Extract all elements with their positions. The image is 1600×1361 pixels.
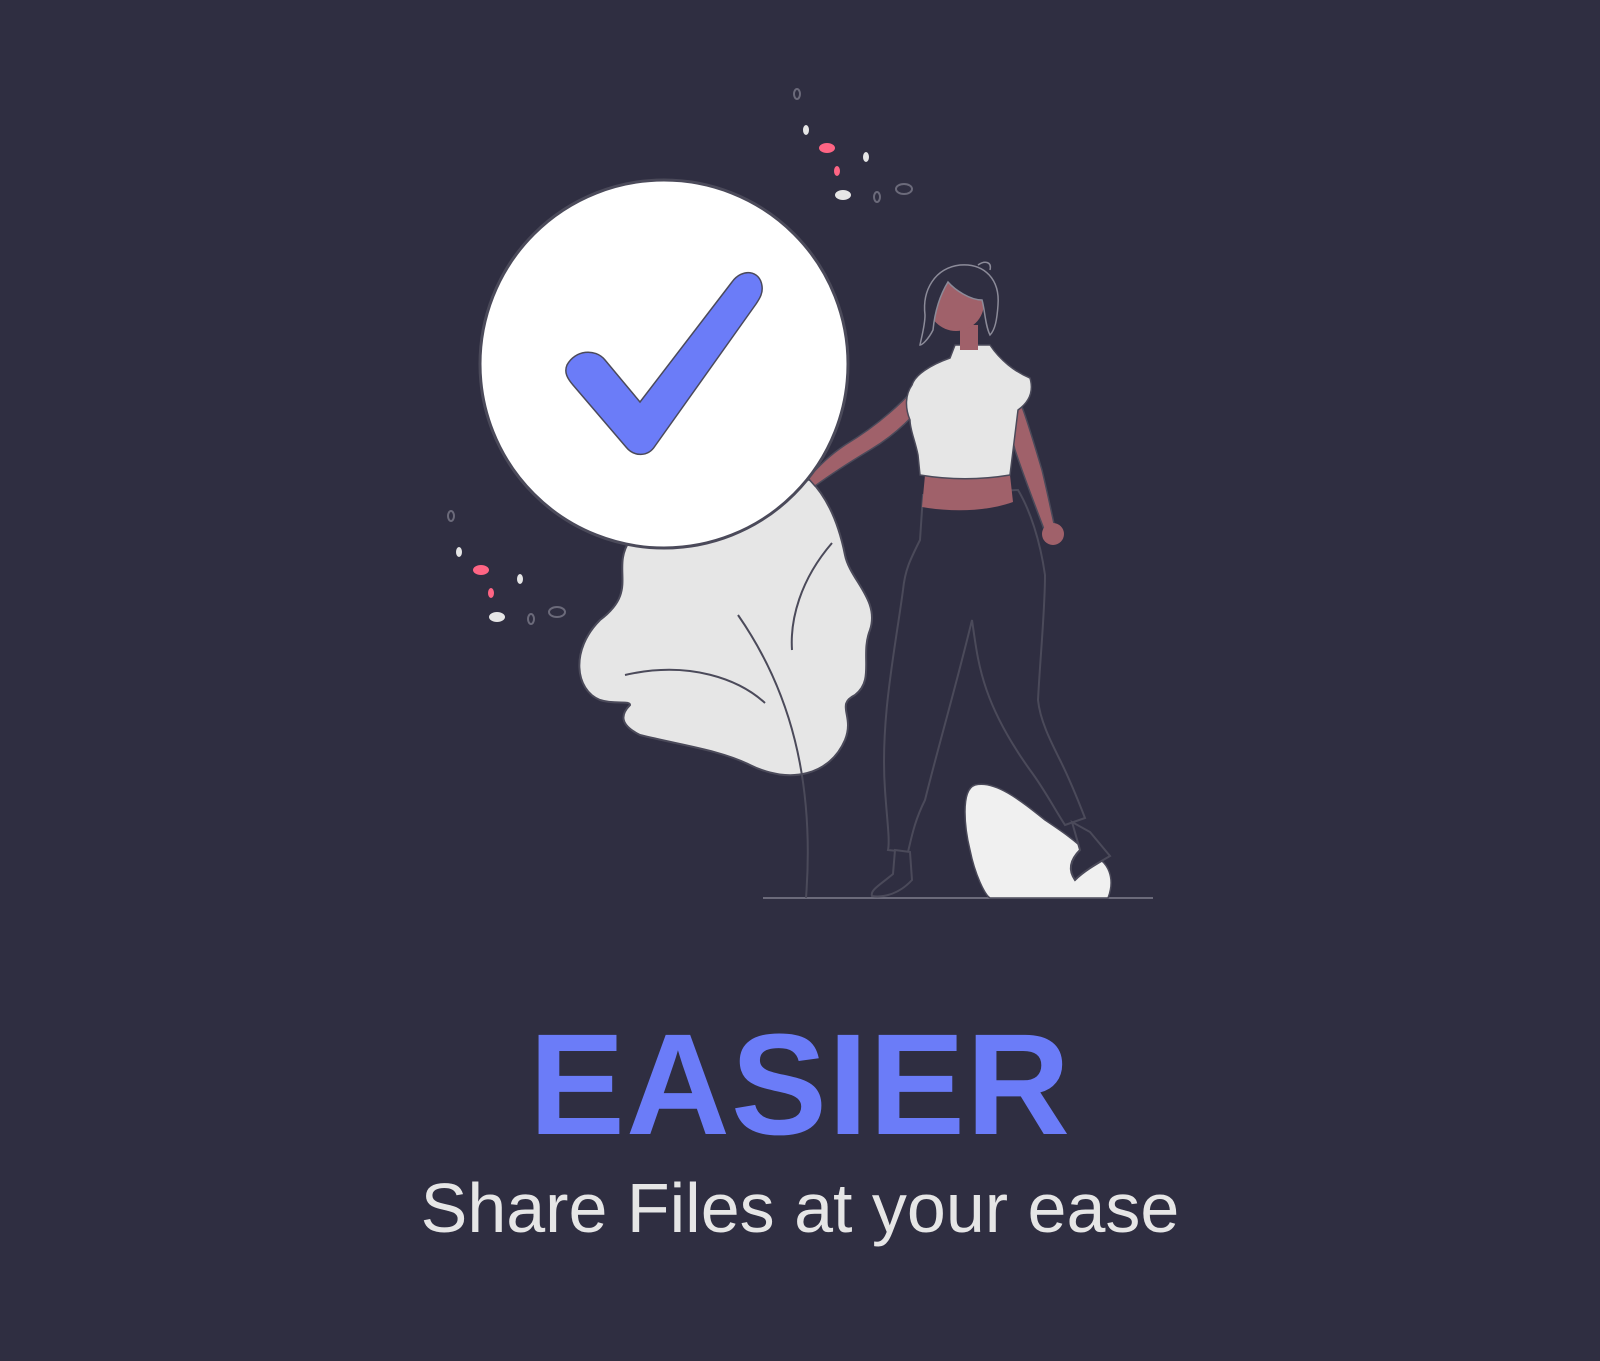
- page-subtitle: Share Files at your ease: [420, 1169, 1180, 1247]
- confetti-left: [447, 510, 566, 625]
- check-badge: [478, 178, 850, 550]
- confetti-top: [793, 88, 913, 203]
- onboarding-screen: EASIER Share Files at your ease: [0, 0, 1600, 1361]
- page-title: EASIER: [528, 1004, 1072, 1165]
